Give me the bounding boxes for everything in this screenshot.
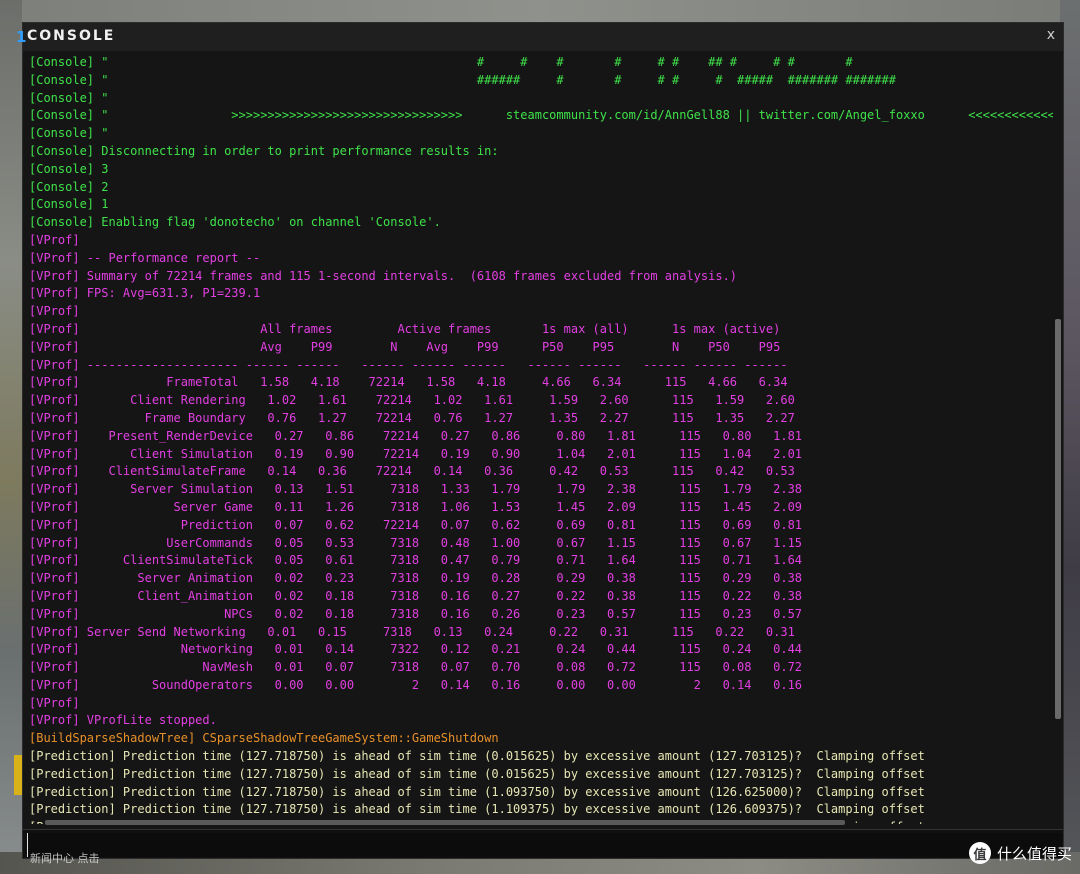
horizontal-scrollbar-thumb[interactable] bbox=[45, 820, 845, 825]
log-line: [Console] " # # # # # # ## # # # # bbox=[29, 55, 853, 69]
log-line: [Console] " bbox=[29, 90, 109, 105]
watermark-logo-icon: 值 bbox=[968, 842, 991, 864]
log-line: [VProf] FPS: Avg=631.3, P1=239.1 bbox=[29, 286, 261, 301]
log-line: [VProf] Server Simulation 0.13 1.51 7318… bbox=[29, 482, 803, 497]
log-line: [Console] 2 bbox=[29, 179, 109, 194]
log-line: [Console] 1 bbox=[29, 197, 109, 212]
log-line: [VProf] bbox=[29, 232, 80, 247]
log-line: [VProf] Server Animation 0.02 0.23 7318 … bbox=[29, 571, 803, 586]
log-line: [VProf] --------------------- ------ ---… bbox=[29, 357, 788, 372]
log-line: [VProf] SoundOperators 0.00 0.00 2 0.14 … bbox=[29, 677, 803, 692]
background-hud-text: 新闻中心 点击 bbox=[30, 852, 100, 865]
log-line: [Console] 3 bbox=[29, 161, 109, 176]
log-line: [VProf] NavMesh 0.01 0.07 7318 0.07 0.70… bbox=[29, 660, 803, 675]
log-line: [VProf] All frames Active frames 1s max … bbox=[29, 321, 781, 336]
log-line: [Prediction] Prediction time (127.718750… bbox=[29, 749, 925, 764]
log-line: [Prediction] Prediction time (127.718750… bbox=[29, 784, 925, 799]
log-line: [BuildSparseShadowTree] CSparseShadowTre… bbox=[29, 731, 499, 746]
console-title: CONSOLE bbox=[27, 28, 116, 44]
log-line: [Console] " bbox=[29, 126, 109, 141]
console-window: 1 CONSOLE x [Console] " # # # # # # ## #… bbox=[16, 22, 1064, 859]
game-background-top bbox=[0, 0, 1080, 22]
log-line: [VProf] bbox=[29, 304, 80, 319]
log-line: [VProf] Networking 0.01 0.14 7322 0.12 0… bbox=[29, 642, 803, 657]
log-line: [VProf] Client_Animation 0.02 0.18 7318 … bbox=[29, 588, 803, 603]
log-line: [VProf] Present_RenderDevice 0.27 0.86 7… bbox=[29, 428, 803, 443]
log-line: [Console] Enabling flag 'donotecho' on c… bbox=[29, 215, 441, 230]
log-line: [VProf] FrameTotal 1.58 4.18 72214 1.58 … bbox=[29, 375, 788, 390]
log-line: [VProf] Avg P99 N Avg P99 P50 P95 N P50 … bbox=[29, 339, 781, 354]
log-line: [VProf] NPCs 0.02 0.18 7318 0.16 0.26 0.… bbox=[29, 606, 803, 621]
log-line: [VProf] bbox=[29, 695, 80, 710]
log-line: [VProf] ClientSimulateTick 0.05 0.61 731… bbox=[29, 553, 803, 568]
log-line: [VProf] Client Simulation 0.19 0.90 7221… bbox=[29, 446, 803, 461]
log-line: [VProf] ClientSimulateFrame 0.14 0.36 72… bbox=[29, 464, 795, 479]
watermark-text: 什么值得买 bbox=[996, 844, 1072, 863]
log-line: [VProf] VProfLite stopped. bbox=[29, 713, 217, 728]
log-line: [Console] " ###### # # # # # ##### #####… bbox=[29, 72, 896, 87]
log-line: [Console] " >>>>>>>>>>>>>>>>>>>>>>>>>>>>… bbox=[29, 108, 1053, 123]
console-input-row bbox=[23, 829, 1063, 858]
vertical-scrollbar-thumb[interactable] bbox=[1055, 319, 1061, 719]
log-line: [Prediction] Prediction time (127.718750… bbox=[29, 766, 925, 781]
log-line: [VProf] -- Performance report -- bbox=[29, 250, 261, 265]
close-icon[interactable]: x bbox=[1047, 27, 1055, 43]
log-line: [VProf] Server Game 0.11 1.26 7318 1.06 … bbox=[29, 499, 803, 514]
log-line: [VProf] Prediction 0.07 0.62 72214 0.07 … bbox=[29, 517, 803, 532]
log-line: [Prediction] Prediction time (127.718750… bbox=[29, 802, 925, 817]
log-line: [VProf] Server Send Networking 0.01 0.15… bbox=[29, 624, 795, 639]
console-title-bar[interactable]: 1 CONSOLE x bbox=[16, 23, 1063, 51]
console-input[interactable] bbox=[27, 833, 1062, 857]
log-line: [VProf] Client Rendering 1.02 1.61 72214… bbox=[29, 393, 795, 408]
game-background-marker bbox=[14, 755, 22, 795]
log-line: [VProf] Summary of 72214 frames and 115 … bbox=[29, 268, 738, 283]
log-line: [VProf] Frame Boundary 0.76 1.27 72214 0… bbox=[29, 410, 795, 425]
log-line: [VProf] UserCommands 0.05 0.53 7318 0.48… bbox=[29, 535, 803, 550]
console-log[interactable]: [Console] " # # # # # # ## # # # # [Conso… bbox=[29, 54, 1053, 824]
watermark: 值 什么值得买 bbox=[968, 842, 1072, 864]
log-line: [Console] Disconnecting in order to prin… bbox=[29, 143, 499, 158]
game-background-left bbox=[0, 0, 22, 874]
vertical-scrollbar[interactable] bbox=[1055, 53, 1061, 823]
title-accent: 1 bbox=[16, 28, 27, 46]
